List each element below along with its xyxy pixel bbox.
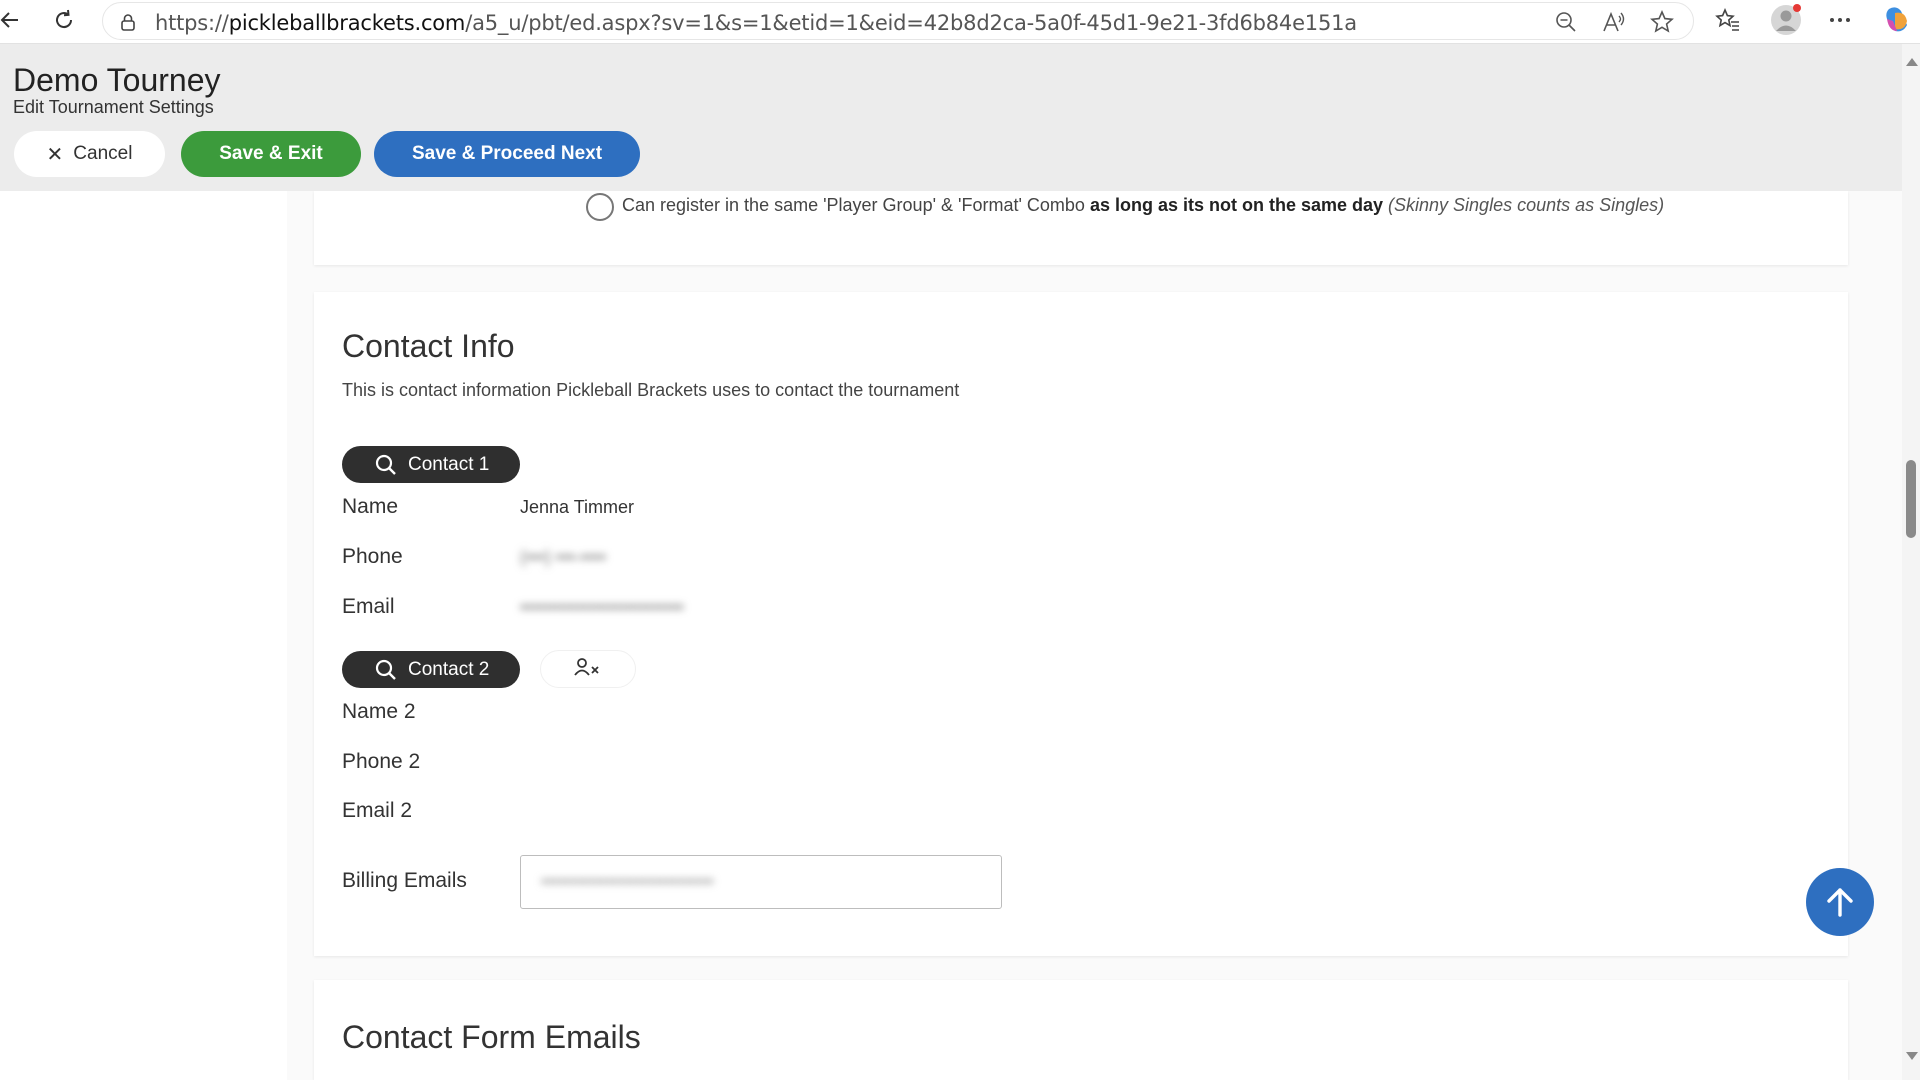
remove-contact-2-button[interactable] xyxy=(540,650,636,688)
contact-2-search-button[interactable]: Contact 2 xyxy=(342,651,520,688)
page-subtitle: Edit Tournament Settings xyxy=(13,97,214,117)
arrow-up-icon xyxy=(1827,888,1853,917)
page-header: Demo Tourney Edit Tournament Settings ✕ … xyxy=(0,44,1902,191)
contact-info-description: This is contact information Pickleball B… xyxy=(342,380,960,400)
same-day-radio-label[interactable]: Can register in the same 'Player Group' … xyxy=(622,195,1664,216)
page-scrollbar[interactable] xyxy=(1902,44,1920,1080)
scroll-to-top-button[interactable] xyxy=(1806,868,1874,936)
profile-avatar-icon[interactable] xyxy=(1770,4,1802,36)
contact-1-button-label: Contact 1 xyxy=(408,453,490,475)
billing-emails-input[interactable]: ••••••••••••••••••••••••••••• xyxy=(520,855,1002,909)
url-text[interactable]: https://pickleballbrackets.com/a5_u/pbt/… xyxy=(155,11,1357,35)
contact-1-phone-label: Phone xyxy=(342,545,403,568)
remove-user-icon xyxy=(574,657,602,682)
contact-info-title: Contact Info xyxy=(342,328,515,364)
favorites-list-icon[interactable] xyxy=(1712,4,1744,36)
scroll-up-arrow-icon[interactable] xyxy=(1906,58,1918,66)
contact-form-emails-title: Contact Form Emails xyxy=(342,1019,641,1055)
save-and-proceed-next-button[interactable]: Save & Proceed Next xyxy=(374,131,640,177)
refresh-icon[interactable] xyxy=(48,4,80,36)
contact-2-name-label: Name 2 xyxy=(342,700,416,723)
browser-toolbar: https://pickleballbrackets.com/a5_u/pbt/… xyxy=(0,0,1920,44)
search-icon xyxy=(374,453,398,477)
address-bar[interactable]: https://pickleballbrackets.com/a5_u/pbt/… xyxy=(102,2,1694,40)
contact-1-name-label: Name xyxy=(342,495,399,518)
contact-2-email-label: Email 2 xyxy=(342,799,413,822)
search-icon xyxy=(374,658,398,682)
contact-1-email-value: •••••••••••••••••••••••••• xyxy=(520,597,684,617)
zoom-out-icon[interactable] xyxy=(1551,7,1581,37)
back-arrow-icon[interactable] xyxy=(0,4,26,36)
tournament-name: Demo Tourney xyxy=(13,62,221,98)
contact-2-phone-label: Phone 2 xyxy=(342,750,421,773)
contact-1-phone-value: (•••) •••-•••• xyxy=(520,547,607,567)
scroll-down-arrow-icon[interactable] xyxy=(1906,1052,1918,1060)
billing-emails-value: ••••••••••••••••••••••••••••• xyxy=(541,872,714,891)
contact-1-name-value: Jenna Timmer xyxy=(520,497,635,517)
more-options-icon[interactable] xyxy=(1824,4,1856,36)
save-and-exit-button[interactable]: Save & Exit xyxy=(181,131,361,177)
scrollbar-thumb[interactable] xyxy=(1906,460,1916,538)
contact-2-button-label: Contact 2 xyxy=(408,658,490,680)
contact-1-email-label: Email xyxy=(342,595,395,618)
cancel-button-label: Cancel xyxy=(73,143,133,164)
favorite-star-icon[interactable] xyxy=(1647,7,1677,37)
copilot-icon[interactable] xyxy=(1880,4,1912,36)
read-aloud-icon[interactable] xyxy=(1599,7,1629,37)
cancel-button[interactable]: ✕ Cancel xyxy=(14,131,165,177)
lock-icon[interactable] xyxy=(113,7,143,37)
same-day-radio[interactable] xyxy=(586,193,614,221)
contact-1-search-button[interactable]: Contact 1 xyxy=(342,446,520,483)
billing-emails-label: Billing Emails xyxy=(342,869,467,892)
close-icon: ✕ xyxy=(46,143,64,166)
